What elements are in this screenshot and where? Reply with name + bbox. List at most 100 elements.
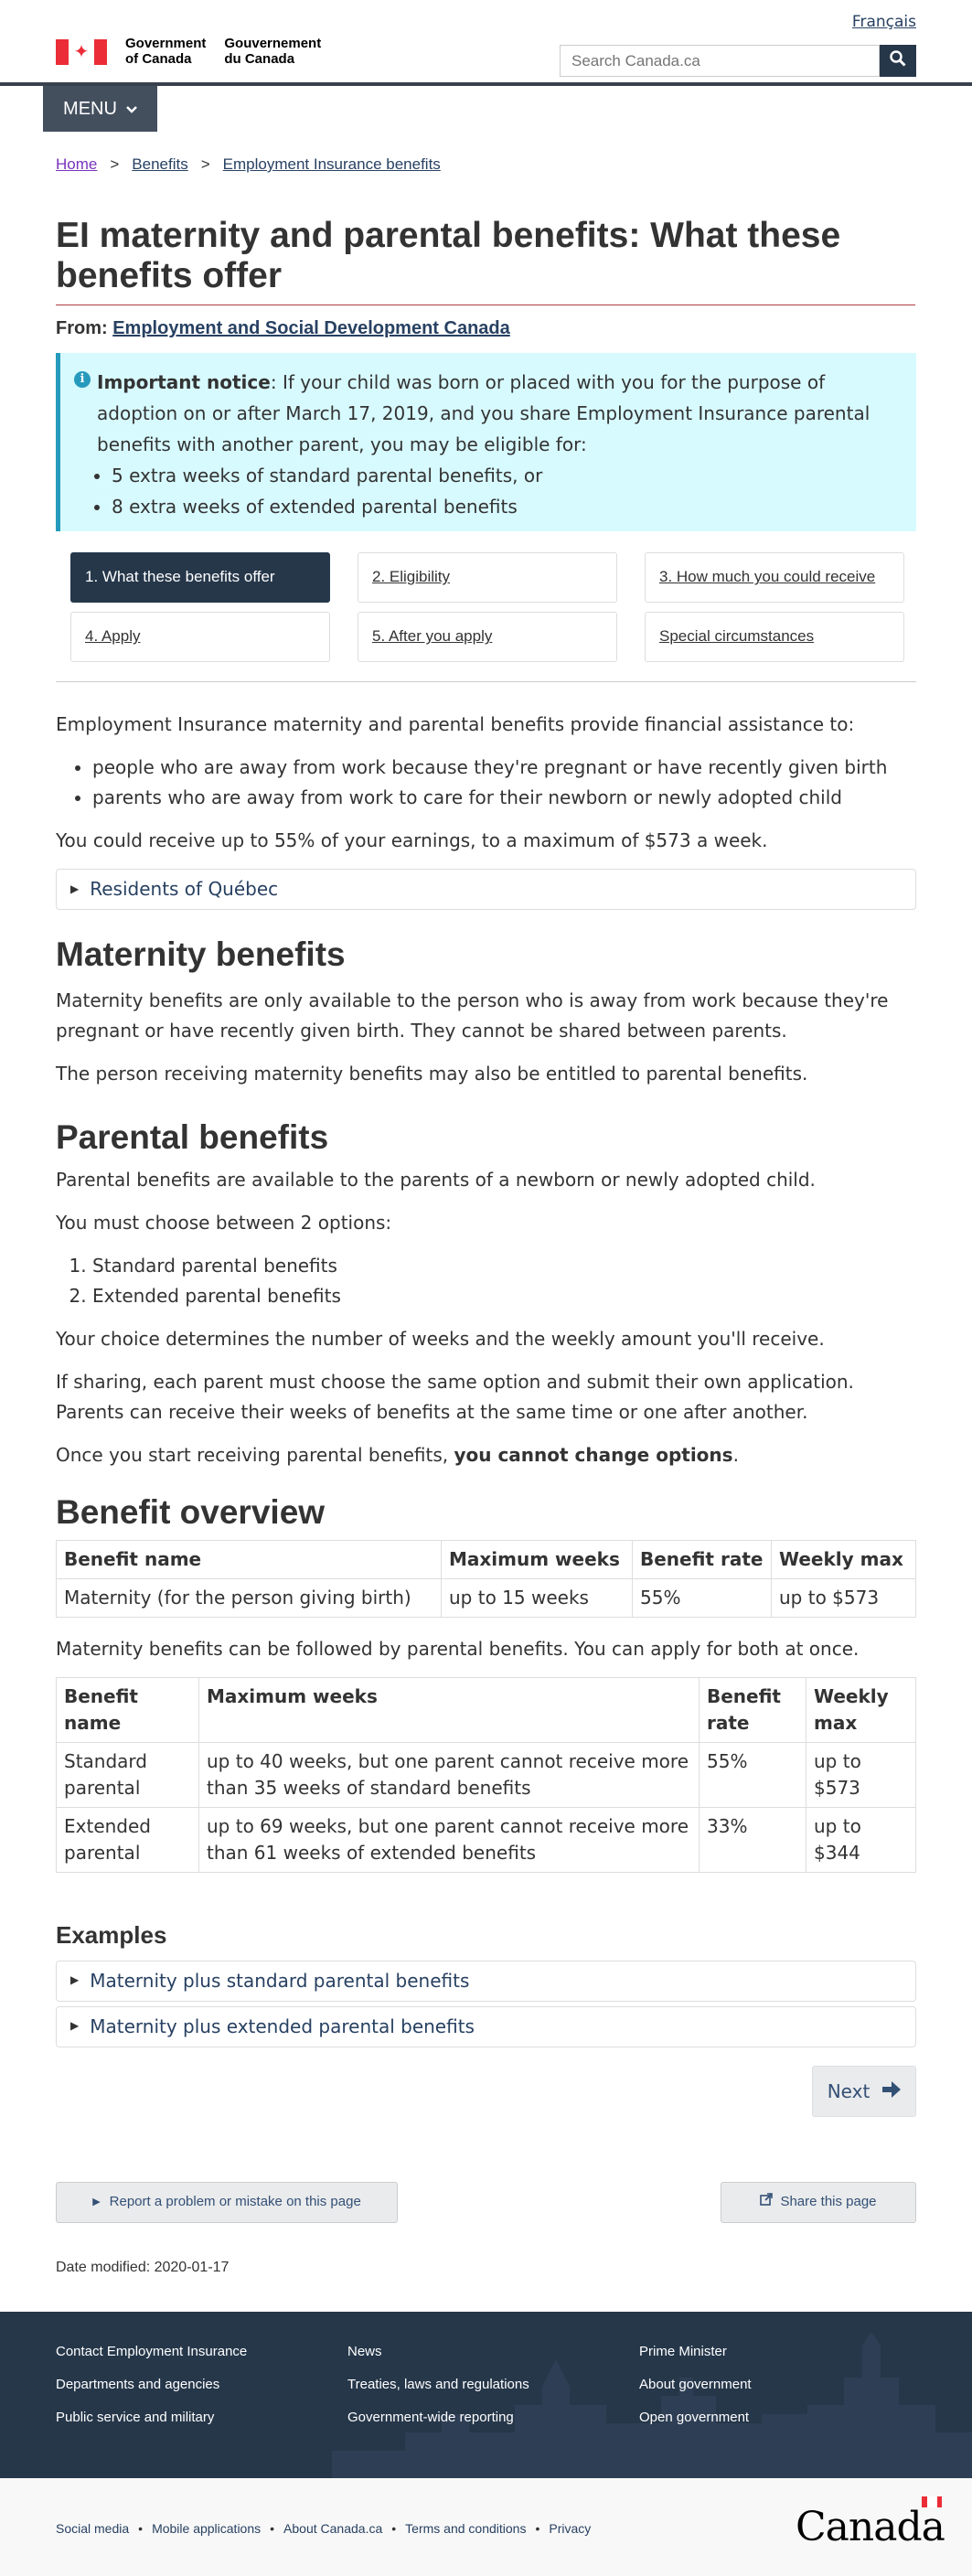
table-cell: up to $344 <box>806 1807 916 1874</box>
footer-link-contact-ei[interactable]: Contact Employment Insurance <box>56 2341 347 2363</box>
sub-link-terms[interactable]: Terms and conditions <box>405 2518 526 2539</box>
table-header: Benefit rate <box>632 1540 772 1580</box>
share-page-button[interactable]: Share this page <box>721 2182 916 2223</box>
step-special-circumstances[interactable]: Special circumstances <box>645 612 904 662</box>
sub-link-mobile-apps[interactable]: Mobile applications <box>152 2518 261 2539</box>
page: Français ✦ Government of Canada Gouvernem… <box>0 0 972 2576</box>
table-cell: Extended parental <box>56 1807 199 1874</box>
table-header: Benefit name <box>56 1677 199 1744</box>
example-standard-toggle[interactable]: ▶ Maternity plus standard parental benefi… <box>56 1960 916 2002</box>
from-line: From: Employment and Social Development … <box>56 318 510 338</box>
maternity-p2: The person receiving maternity benefits … <box>56 1063 808 1085</box>
parental-p1: Parental benefits are available to the p… <box>56 1169 816 1192</box>
step-what-benefits-offer[interactable]: 1. What these benefits offer <box>70 552 330 603</box>
quebec-details-toggle[interactable]: ▶ Residents of Québec <box>56 869 916 910</box>
step-eligibility[interactable]: 2. Eligibility <box>358 552 617 603</box>
overview-section: Benefit overview Benefit name Maximum we… <box>56 1491 916 1874</box>
table-header: Weekly max <box>771 1540 916 1580</box>
intro-item: people who are away from work because th… <box>92 753 916 783</box>
canada-wordmark: Canada <box>796 2495 945 2561</box>
table-cell: up to 69 weeks, but one parent cannot re… <box>198 1807 700 1874</box>
step-how-much[interactable]: 3. How much you could receive <box>645 552 904 603</box>
breadcrumb-ei-benefits[interactable]: Employment Insurance benefits <box>223 152 441 177</box>
next-button[interactable]: Next <box>812 2066 916 2117</box>
footer-link-treaties[interactable]: Treaties, laws and regulations <box>347 2374 639 2396</box>
maternity-heading: Maternity benefits <box>56 935 346 973</box>
table-header: Benefit rate <box>699 1677 806 1744</box>
table-header: Benefit name <box>56 1540 442 1580</box>
footer-links: Contact Employment Insurance News Prime … <box>56 2341 913 2429</box>
government-signature[interactable]: ✦ Government of Canada Gouvernement du Can… <box>56 36 321 67</box>
table-cell: 33% <box>699 1807 806 1874</box>
report-problem-button[interactable]: ▶ Report a problem or mistake on this pa… <box>56 2182 398 2223</box>
footer-link-prime-minister[interactable]: Prime Minister <box>639 2341 913 2363</box>
table-cell: up to $573 <box>771 1578 916 1619</box>
parental-option: Standard parental benefits <box>92 1251 916 1281</box>
intro-section: Employment Insurance maternity and paren… <box>56 710 916 910</box>
section-divider <box>56 681 916 682</box>
site-search <box>560 45 916 77</box>
footer-link-departments[interactable]: Departments and agencies <box>56 2374 347 2396</box>
search-icon <box>890 50 906 70</box>
step-after-you-apply[interactable]: 5. After you apply <box>358 612 617 662</box>
notice-item: 5 extra weeks of standard parental benef… <box>112 460 898 491</box>
share-icon <box>760 2191 774 2214</box>
footer-link-public-service[interactable]: Public service and military <box>56 2407 347 2429</box>
breadcrumb-separator: > <box>110 155 120 173</box>
footer-link-reporting[interactable]: Government-wide reporting <box>347 2407 639 2429</box>
table-header: Maximum weeks <box>441 1540 633 1580</box>
breadcrumb-benefits[interactable]: Benefits <box>132 152 187 177</box>
table-cell: Maternity (for the person giving birth) <box>56 1578 442 1619</box>
triangle-right-icon: ▶ <box>70 2019 80 2033</box>
step-navigation: 1. What these benefits offer 2. Eligibil… <box>70 552 904 662</box>
examples-heading: Examples <box>56 1921 167 1949</box>
next-label: Next <box>827 2079 871 2102</box>
breadcrumb-home[interactable]: Home <box>56 152 97 177</box>
table-header: Weekly max <box>806 1677 916 1744</box>
canada-flag-icon: ✦ <box>56 38 107 65</box>
maternity-section: Maternity benefits Maternity benefits ar… <box>56 933 916 1102</box>
table-cell: up to 40 weeks, but one parent cannot re… <box>198 1742 700 1809</box>
parental-p3: Your choice determines the number of wee… <box>56 1328 825 1351</box>
table-header: Maximum weeks <box>198 1677 700 1744</box>
overview-heading: Benefit overview <box>56 1493 326 1531</box>
maternity-table: Benefit name Maximum weeks Benefit rate … <box>56 1540 916 1619</box>
search-input[interactable] <box>560 45 880 77</box>
sub-link-privacy[interactable]: Privacy <box>549 2518 591 2539</box>
footer-link-open-government[interactable]: Open government <box>639 2407 913 2429</box>
table-cell: 55% <box>632 1578 772 1619</box>
table-cell: up to $573 <box>806 1742 916 1809</box>
intro-lead: Employment Insurance maternity and paren… <box>56 713 855 735</box>
parental-heading: Parental benefits <box>56 1118 329 1156</box>
parental-option: Extended parental benefits <box>92 1281 916 1311</box>
signature-english: Government of Canada <box>125 36 207 67</box>
language-toggle-link[interactable]: Français <box>852 9 916 35</box>
main-footer: Contact Employment Insurance News Prime … <box>0 2312 972 2478</box>
chevron-down-icon <box>126 94 137 124</box>
footer-link-news[interactable]: News <box>347 2341 639 2363</box>
maternity-p1: Maternity benefits are only available to… <box>56 989 889 1042</box>
step-apply[interactable]: 4. Apply <box>70 612 330 662</box>
department-link[interactable]: Employment and Social Development Canada <box>112 318 510 338</box>
intro-item: parents who are away from work to care f… <box>92 783 916 813</box>
parental-section: Parental benefits Parental benefits are … <box>56 1116 916 1483</box>
notice-item: 8 extra weeks of extended parental benef… <box>112 491 898 522</box>
overview-between: Maternity benefits can be followed by pa… <box>56 1638 860 1661</box>
footer-link-about-government[interactable]: About government <box>639 2374 913 2396</box>
triangle-right-icon: ▶ <box>92 2197 101 2208</box>
sub-link-about-canada[interactable]: About Canada.ca <box>283 2518 382 2539</box>
sub-link-social-media[interactable]: Social media <box>56 2518 129 2539</box>
table-cell: 55% <box>699 1742 806 1809</box>
examples-section: Examples ▶ Maternity plus standard parent… <box>56 1916 916 2047</box>
menu-button[interactable]: MENU <box>43 86 157 132</box>
table-row: Extended parental up to 69 weeks, but on… <box>56 1807 916 1874</box>
search-button[interactable] <box>880 45 916 77</box>
sub-footer: Social media • Mobile applications • About… <box>0 2478 972 2576</box>
table-row: Standard parental up to 40 weeks, but on… <box>56 1742 916 1809</box>
notice-label: Important notice <box>97 371 271 393</box>
example-extended-toggle[interactable]: ▶ Maternity plus extended parental benefi… <box>56 2005 916 2047</box>
triangle-right-icon: ▶ <box>70 882 80 895</box>
arrow-right-icon <box>882 2077 902 2107</box>
date-modified: Date modified: 2020-01-17 <box>56 2260 230 2275</box>
parental-table: Benefit name Maximum weeks Benefit rate … <box>56 1677 916 1874</box>
